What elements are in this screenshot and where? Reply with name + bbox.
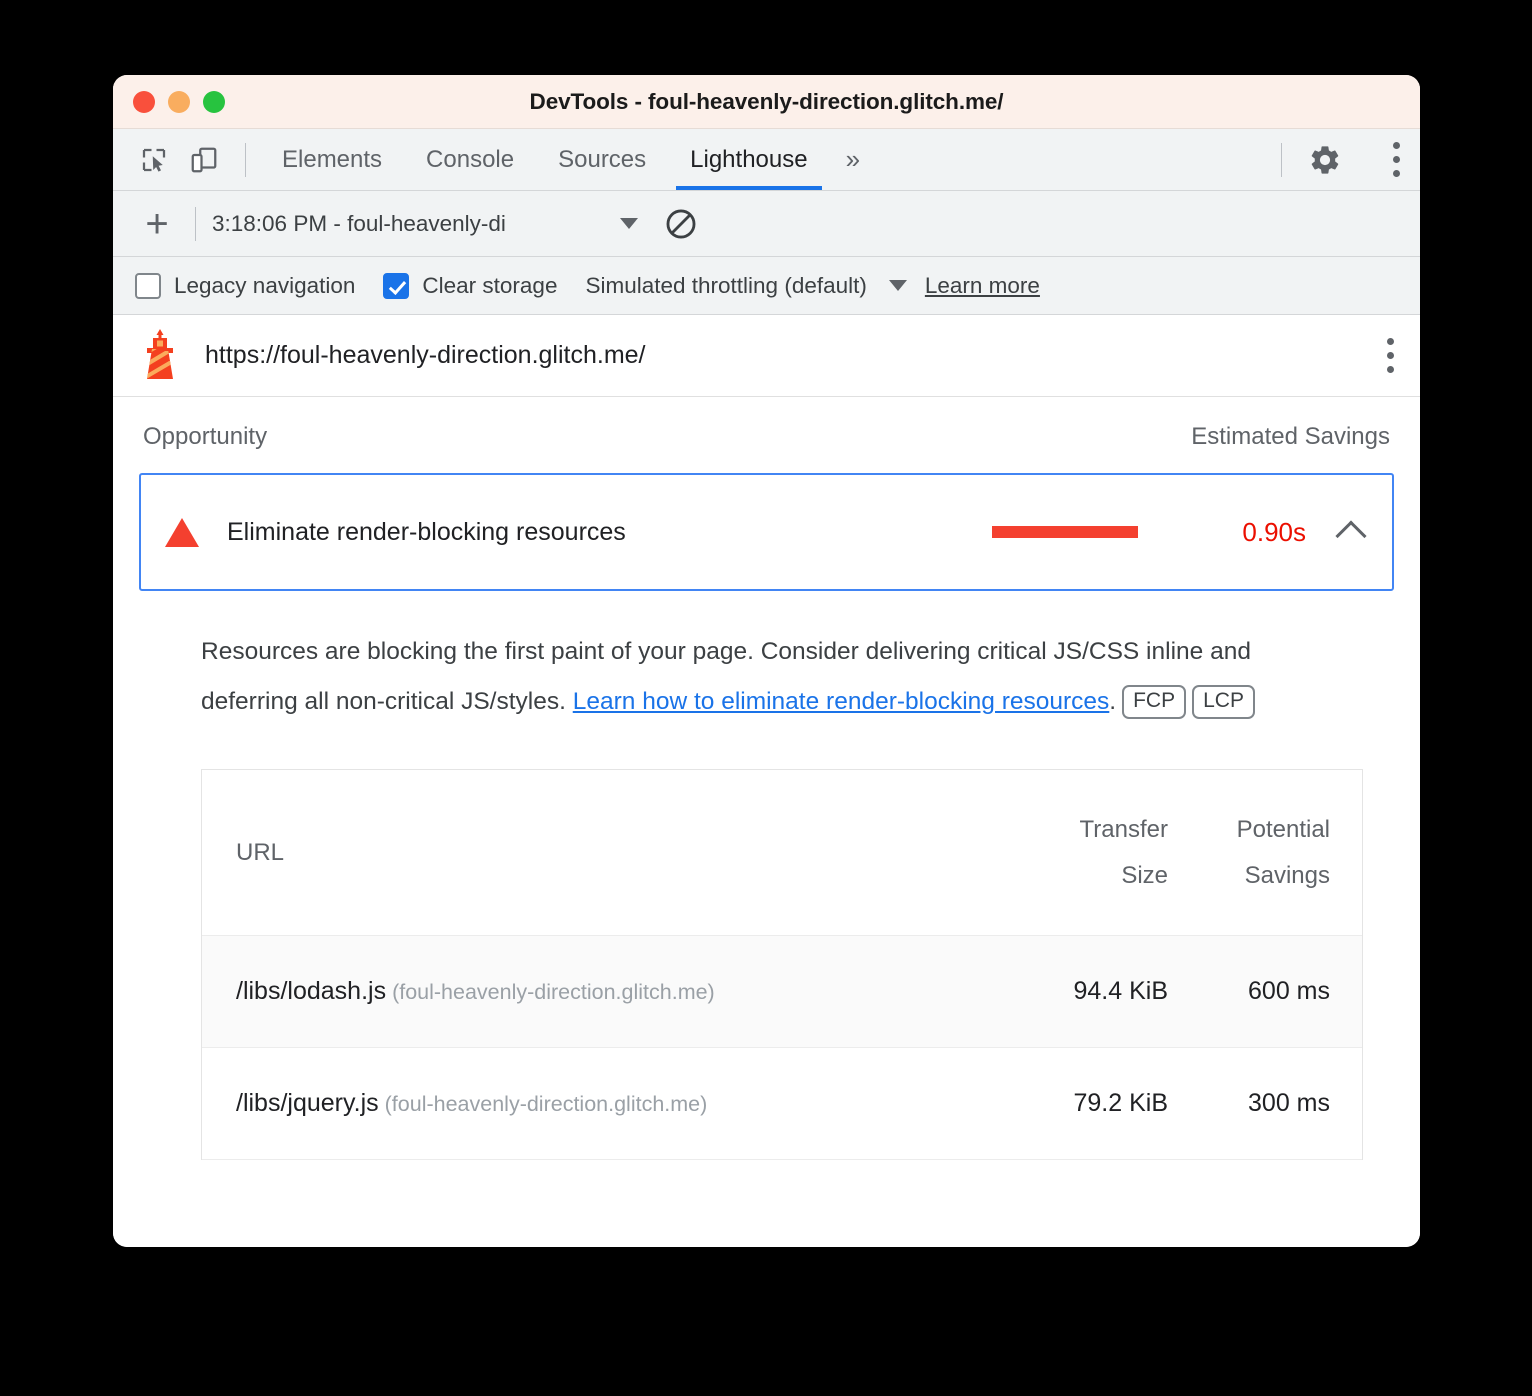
report-url: https://foul-heavenly-direction.glitch.m… — [205, 341, 646, 369]
panel-tabs: Elements Console Sources Lighthouse » — [260, 129, 876, 190]
more-tabs-icon[interactable]: » — [830, 129, 876, 190]
report-select-value: 3:18:06 PM - foul-heavenly-di — [212, 210, 506, 236]
kebab-dot — [1387, 338, 1394, 345]
table-row[interactable]: /libs/lodash.js (foul-heavenly-direction.… — [202, 936, 1362, 1048]
clear-storage-label: Clear storage — [422, 272, 558, 298]
metric-badge-fcp: FCP — [1122, 685, 1187, 719]
table-header-transfer-size: Transfer Size — [1002, 816, 1182, 890]
lighthouse-icon — [139, 328, 181, 383]
table-cell-url: /libs/lodash.js (foul-heavenly-direction.… — [202, 977, 1002, 1006]
table-row[interactable]: /libs/jquery.js (foul-heavenly-direction.… — [202, 1048, 1362, 1160]
tab-sources[interactable]: Sources — [536, 129, 668, 190]
opportunity-details-table: URL Transfer Size Potential Savings /lib… — [201, 769, 1363, 1160]
transfer-size-line2: Size — [1121, 861, 1168, 889]
kebab-dot — [1393, 156, 1400, 163]
table-cell-url: /libs/jquery.js (foul-heavenly-direction.… — [202, 1089, 1002, 1118]
table-header-potential-savings: Potential Savings — [1182, 816, 1362, 890]
resource-path: /libs/jquery.js — [236, 1089, 379, 1117]
resource-host: (foul-heavenly-direction.glitch.me) — [392, 980, 715, 1004]
clear-storage-option[interactable]: Clear storage — [383, 272, 558, 299]
resource-path: /libs/lodash.js — [236, 977, 387, 1005]
kebab-dot — [1393, 170, 1400, 177]
clear-storage-checkbox[interactable] — [383, 272, 410, 299]
window-title: DevTools - foul-heavenly-direction.glitc… — [529, 88, 1004, 114]
gear-icon[interactable] — [1302, 137, 1348, 183]
warning-triangle-icon — [165, 517, 199, 547]
devtools-window: DevTools - foul-heavenly-direction.glitc… — [113, 75, 1420, 1247]
metric-badge-lcp: LCP — [1192, 685, 1255, 719]
legacy-navigation-label: Legacy navigation — [174, 272, 356, 298]
throttling-dropdown[interactable]: Simulated throttling (default) — [585, 272, 907, 299]
chevron-up-icon[interactable] — [1335, 520, 1367, 552]
chevron-down-icon — [888, 280, 907, 291]
tab-bar-right-divider — [1281, 142, 1282, 177]
learn-more-link[interactable]: Learn more — [925, 273, 1040, 299]
tab-console[interactable]: Console — [404, 129, 536, 190]
lighthouse-options-bar: Legacy navigation Clear storage Simulate… — [113, 257, 1420, 315]
kebab-dot — [1387, 352, 1394, 359]
tab-elements[interactable]: Elements — [260, 129, 404, 190]
table-cell-potential-savings: 600 ms — [1248, 977, 1330, 1005]
report-kebab-menu-icon[interactable] — [1387, 338, 1394, 373]
tab-elements-label: Elements — [282, 145, 383, 173]
opportunity-row-eliminate-render-blocking[interactable]: Eliminate render-blocking resources 0.90… — [139, 473, 1394, 591]
devtools-tab-bar: Elements Console Sources Lighthouse » — [113, 129, 1420, 191]
transfer-size-line1: Transfer — [1079, 815, 1168, 843]
opportunity-column-label: Opportunity — [143, 423, 268, 450]
tab-lighthouse-label: Lighthouse — [690, 145, 808, 173]
kebab-menu-icon[interactable] — [1354, 137, 1400, 183]
table-header-row: URL Transfer Size Potential Savings — [202, 770, 1362, 936]
table-header-url: URL — [236, 838, 285, 866]
opportunity-title: Eliminate render-blocking resources — [227, 517, 626, 546]
lighthouse-run-toolbar: + 3:18:06 PM - foul-heavenly-di — [113, 191, 1420, 257]
tab-bar-divider — [245, 142, 246, 177]
estimated-savings-column-label: Estimated Savings — [1191, 423, 1390, 450]
opportunity-description: Resources are blocking the first paint o… — [201, 627, 1321, 727]
report-url-bar: https://foul-heavenly-direction.glitch.m… — [113, 315, 1420, 397]
legacy-navigation-option[interactable]: Legacy navigation — [135, 272, 356, 299]
kebab-dots — [1393, 142, 1400, 177]
kebab-dot — [1393, 142, 1400, 149]
tab-bar-right-tools — [1267, 129, 1420, 190]
savings-value: 0.90s — [1242, 516, 1306, 547]
no-entry-icon[interactable] — [664, 207, 698, 241]
tab-bar-left-tools — [113, 129, 260, 190]
opportunity-column-headers: Opportunity Estimated Savings — [139, 397, 1394, 473]
description-learn-link[interactable]: Learn how to eliminate render-blocking r… — [573, 688, 1110, 715]
opportunity-savings-group: 0.90s — [992, 516, 1367, 552]
table-cell-transfer-size: 79.2 KiB — [1073, 1089, 1168, 1117]
runbar-divider — [195, 206, 196, 241]
more-tabs-label: » — [845, 144, 861, 174]
table-cell-potential-savings: 300 ms — [1248, 1089, 1330, 1117]
kebab-dot — [1387, 366, 1394, 373]
window-title-bar: DevTools - foul-heavenly-direction.glitc… — [113, 75, 1420, 129]
potential-savings-line1: Potential — [1236, 815, 1330, 843]
description-text-end: . — [1109, 688, 1117, 715]
throttling-label: Simulated throttling (default) — [585, 272, 867, 298]
chevron-down-icon — [620, 218, 638, 229]
tab-console-label: Console — [426, 145, 515, 173]
report-select-dropdown[interactable]: 3:18:06 PM - foul-heavenly-di — [212, 211, 638, 237]
legacy-navigation-checkbox[interactable] — [135, 272, 161, 299]
device-toolbar-icon[interactable] — [181, 137, 227, 183]
savings-bar — [992, 526, 1138, 538]
new-report-button[interactable]: + — [135, 204, 179, 244]
tab-lighthouse[interactable]: Lighthouse — [668, 129, 829, 190]
resource-host: (foul-heavenly-direction.glitch.me) — [384, 1092, 708, 1116]
potential-savings-line2: Savings — [1244, 861, 1330, 889]
inspect-element-icon[interactable] — [131, 137, 177, 183]
lighthouse-report-body: Opportunity Estimated Savings Eliminate … — [113, 397, 1420, 1247]
tab-sources-label: Sources — [558, 145, 647, 173]
table-cell-transfer-size: 94.4 KiB — [1073, 977, 1168, 1005]
